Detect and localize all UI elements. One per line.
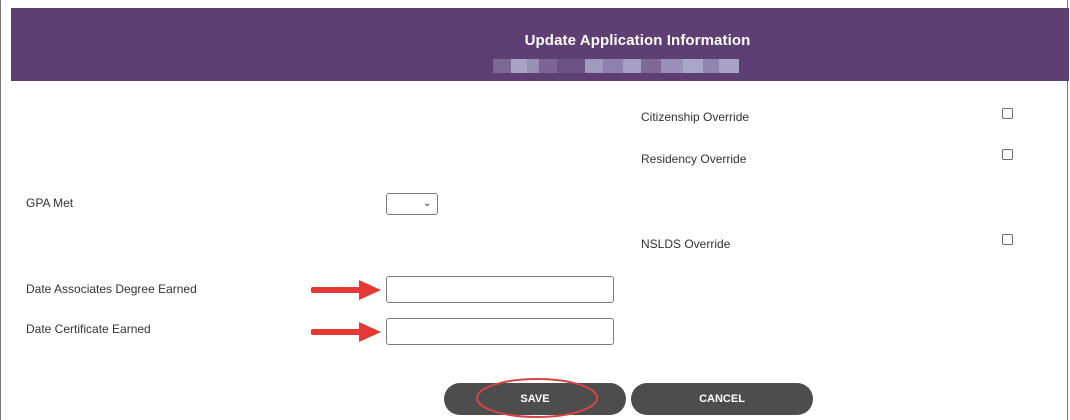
residency-override-label: Residency Override xyxy=(641,152,747,166)
red-arrow-icon xyxy=(311,280,381,300)
chevron-down-icon: ⌄ xyxy=(423,198,432,209)
date-certificate-label: Date Certificate Earned xyxy=(26,322,151,336)
update-application-form: Update Application Information Citizensh… xyxy=(0,0,1069,420)
citizenship-override-checkbox[interactable] xyxy=(1002,108,1013,119)
save-button[interactable]: SAVE xyxy=(444,383,626,415)
nslds-override-checkbox[interactable] xyxy=(1002,234,1013,245)
nslds-override-label: NSLDS Override xyxy=(641,237,731,251)
citizenship-override-label: Citizenship Override xyxy=(641,110,750,124)
residency-override-checkbox[interactable] xyxy=(1002,149,1013,160)
form-title: Update Application Information xyxy=(524,32,751,49)
red-arrow-icon xyxy=(311,322,381,342)
redacted-subtitle xyxy=(493,59,739,73)
form-header: Update Application Information xyxy=(11,8,1069,81)
date-certificate-input[interactable] xyxy=(386,318,614,345)
gpa-met-label: GPA Met xyxy=(26,196,74,210)
gpa-met-select[interactable]: ⌄ xyxy=(386,193,438,215)
cancel-button[interactable]: CANCEL xyxy=(631,383,813,415)
date-associates-degree-input[interactable] xyxy=(386,276,614,303)
date-associates-degree-label: Date Associates Degree Earned xyxy=(26,282,197,296)
